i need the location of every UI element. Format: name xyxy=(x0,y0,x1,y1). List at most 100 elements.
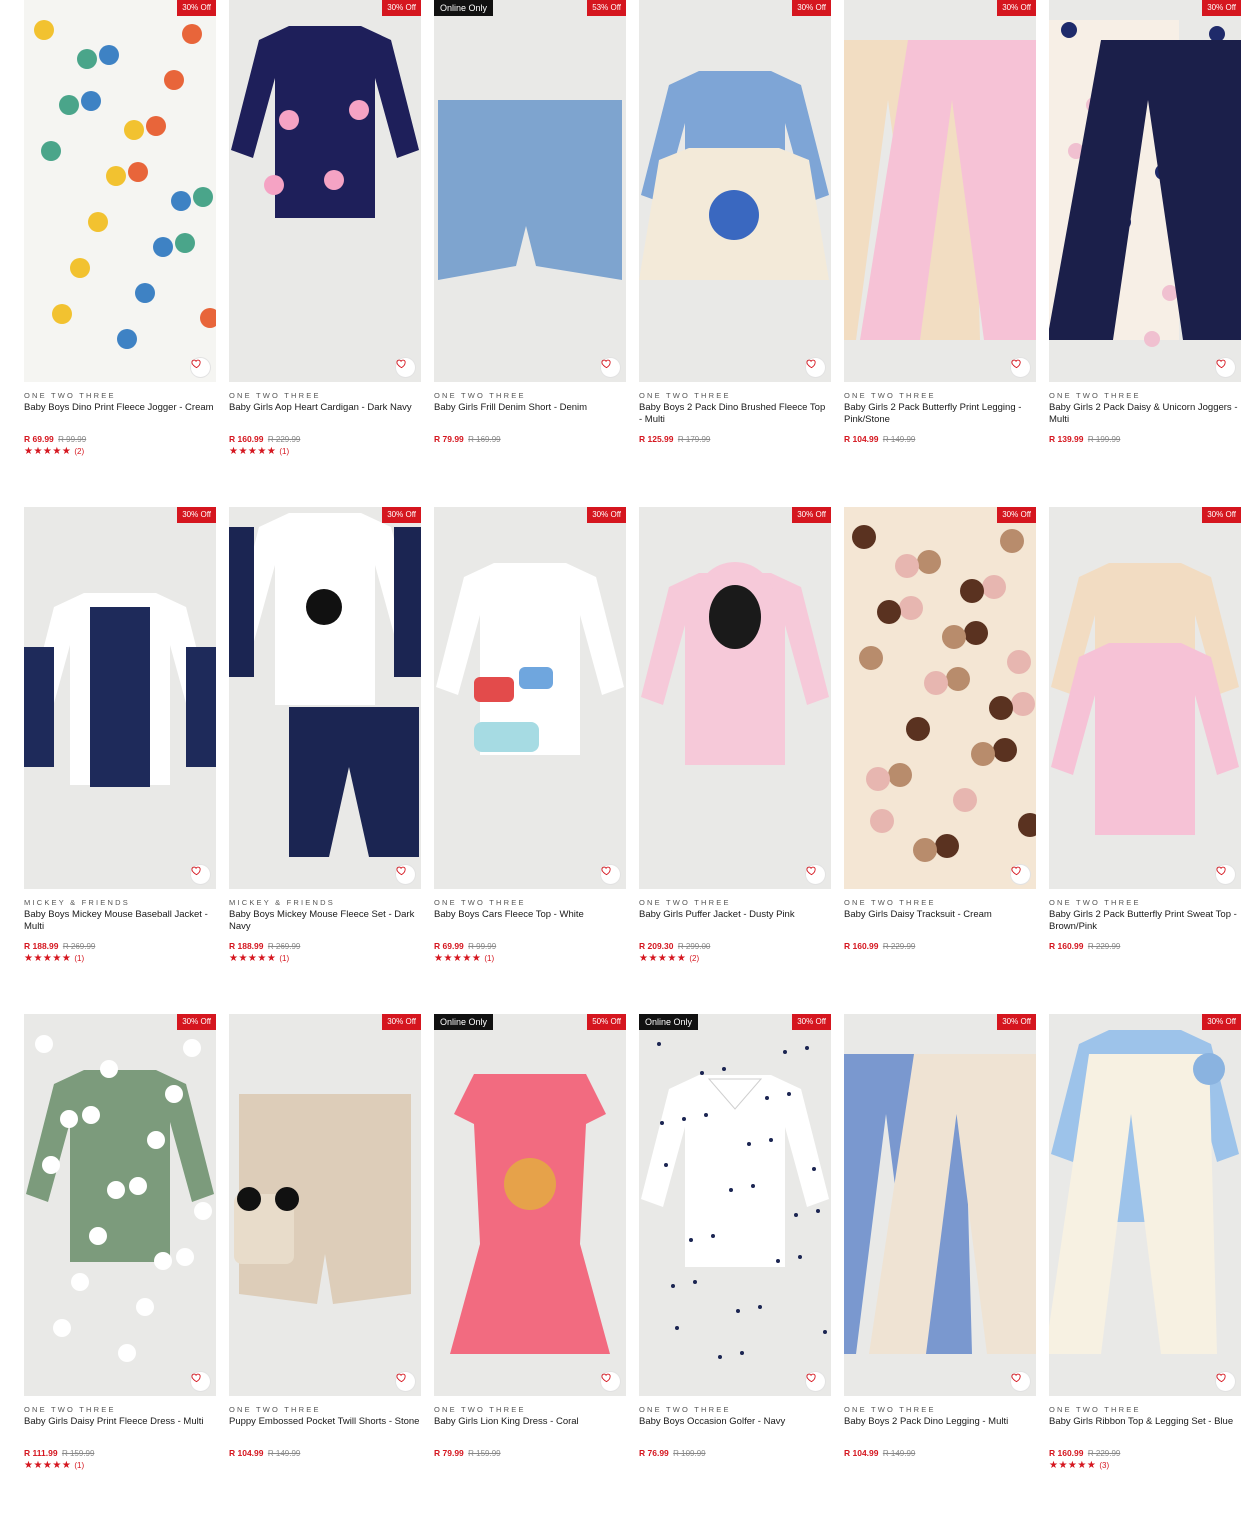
product-title[interactable]: Baby Boys Mickey Mouse Fleece Set - Dark… xyxy=(229,909,421,932)
rating[interactable]: ★★★★★ (1) xyxy=(24,953,216,964)
product-row: 30% Off ONE TWO THREE Baby Boys Dino Pri… xyxy=(24,0,1241,507)
wishlist-button[interactable] xyxy=(601,1372,620,1391)
product-title[interactable]: Baby Boys Occasion Golfer - Navy xyxy=(639,1416,831,1439)
product-image[interactable]: 30% Off xyxy=(1049,0,1241,382)
product-card[interactable]: 30% Off MICKEY & FRIENDS Baby Boys Micke… xyxy=(24,507,216,1014)
original-price: R 149.99 xyxy=(882,1449,916,1458)
product-image[interactable]: 30% Off xyxy=(229,507,421,889)
heart-outline-icon xyxy=(1216,866,1226,876)
rating[interactable]: ★★★★★ (2) xyxy=(639,953,831,964)
product-card[interactable]: 30% Off ONE TWO THREE Baby Girls Ribbon … xyxy=(1049,1014,1241,1521)
product-image[interactable]: 30% Off xyxy=(844,0,1036,382)
wishlist-button[interactable] xyxy=(1011,865,1030,884)
wishlist-button[interactable] xyxy=(601,358,620,377)
product-title[interactable]: Baby Boys Cars Fleece Top - White xyxy=(434,909,626,932)
wishlist-button[interactable] xyxy=(396,1372,415,1391)
product-image[interactable]: 30% Off xyxy=(1049,507,1241,889)
heart-outline-icon xyxy=(601,866,611,876)
product-card[interactable]: 30% Off ONE TWO THREE Baby Boys 2 Pack D… xyxy=(639,0,831,507)
product-photo xyxy=(26,1035,214,1362)
price-line: R 79.99 R 159.99 xyxy=(434,1448,626,1459)
rating[interactable]: ★★★★★ (3) xyxy=(1049,1460,1241,1471)
product-card[interactable]: 30% Off ONE TWO THREE Puppy Embossed Poc… xyxy=(229,1014,421,1521)
rating[interactable]: ★★★★★ (1) xyxy=(229,953,421,964)
product-card[interactable]: 30% Off ONE TWO THREE Baby Boys Cars Fle… xyxy=(434,507,626,1014)
product-title[interactable]: Baby Boys Mickey Mouse Baseball Jacket -… xyxy=(24,909,216,932)
product-card[interactable]: 30% Off ONE TWO THREE Baby Boys 2 Pack D… xyxy=(844,1014,1036,1521)
product-image[interactable]: 30% Off xyxy=(229,1014,421,1396)
product-title[interactable]: Baby Girls Ribbon Top & Legging Set - Bl… xyxy=(1049,1416,1241,1439)
wishlist-button[interactable] xyxy=(396,865,415,884)
product-card[interactable]: 30% Off ONE TWO THREE Baby Girls Aop Hea… xyxy=(229,0,421,507)
product-card[interactable]: 30% Off ONE TWO THREE Baby Girls 2 Pack … xyxy=(1049,507,1241,1014)
product-image[interactable]: 30% Off xyxy=(24,507,216,889)
price-line: R 125.99 R 179.99 xyxy=(639,434,831,445)
rating[interactable]: ★★★★★ (1) xyxy=(229,446,421,457)
product-image[interactable]: 30% Off xyxy=(24,1014,216,1396)
wishlist-button[interactable] xyxy=(191,358,210,377)
product-card[interactable]: Online Only 53% Off ONE TWO THREE Baby G… xyxy=(434,0,626,507)
product-photo xyxy=(24,593,216,787)
wishlist-button[interactable] xyxy=(1216,358,1235,377)
price-line: R 160.99 R 229.99 xyxy=(1049,941,1241,952)
wishlist-button[interactable] xyxy=(191,865,210,884)
product-image[interactable]: 30% Off xyxy=(844,1014,1036,1396)
wishlist-button[interactable] xyxy=(1011,1372,1030,1391)
product-title[interactable]: Baby Girls Aop Heart Cardigan - Dark Nav… xyxy=(229,402,421,425)
product-image[interactable]: Online Only 53% Off xyxy=(434,0,626,382)
product-title[interactable]: Baby Boys Dino Print Fleece Jogger - Cre… xyxy=(24,402,216,425)
wishlist-button[interactable] xyxy=(191,1372,210,1391)
product-photo xyxy=(844,40,1036,340)
product-title[interactable]: Baby Girls Frill Denim Short - Denim xyxy=(434,402,626,425)
wishlist-button[interactable] xyxy=(1216,1372,1235,1391)
wishlist-button[interactable] xyxy=(396,358,415,377)
product-title[interactable]: Baby Boys 2 Pack Dino Brushed Fleece Top… xyxy=(639,402,831,425)
product-image[interactable]: Online Only 30% Off xyxy=(639,1014,831,1396)
product-image[interactable]: 30% Off xyxy=(639,507,831,889)
product-image[interactable]: 30% Off xyxy=(434,507,626,889)
product-title[interactable]: Baby Girls Puffer Jacket - Dusty Pink xyxy=(639,909,831,932)
product-brand: MICKEY & FRIENDS xyxy=(24,898,130,907)
product-title[interactable]: Baby Girls 2 Pack Butterfly Print Leggin… xyxy=(844,402,1036,425)
product-card[interactable]: 30% Off ONE TWO THREE Baby Girls 2 Pack … xyxy=(1049,0,1241,507)
sale-price: R 209.30 xyxy=(639,941,674,951)
product-image[interactable]: 30% Off xyxy=(229,0,421,382)
rating[interactable]: ★★★★★ (1) xyxy=(434,953,626,964)
wishlist-button[interactable] xyxy=(601,865,620,884)
product-card[interactable]: Online Only 50% Off ONE TWO THREE Baby G… xyxy=(434,1014,626,1521)
wishlist-button[interactable] xyxy=(806,865,825,884)
product-row: 30% Off MICKEY & FRIENDS Baby Boys Micke… xyxy=(24,507,1241,1014)
product-image[interactable]: Online Only 50% Off xyxy=(434,1014,626,1396)
product-title[interactable]: Baby Girls 2 Pack Butterfly Print Sweat … xyxy=(1049,909,1241,932)
product-brand: ONE TWO THREE xyxy=(639,898,731,907)
original-price: R 229.99 xyxy=(267,435,301,444)
wishlist-button[interactable] xyxy=(1011,358,1030,377)
product-title[interactable]: Baby Girls Lion King Dress - Coral xyxy=(434,1416,626,1439)
product-card[interactable]: 30% Off ONE TWO THREE Baby Boys Dino Pri… xyxy=(24,0,216,507)
product-title[interactable]: Baby Boys 2 Pack Dino Legging - Multi xyxy=(844,1416,1036,1439)
discount-badge: 30% Off xyxy=(177,0,216,16)
product-card[interactable]: 30% Off ONE TWO THREE Baby Girls Daisy P… xyxy=(24,1014,216,1521)
wishlist-button[interactable] xyxy=(806,1372,825,1391)
product-card[interactable]: 30% Off ONE TWO THREE Baby Girls Daisy T… xyxy=(844,507,1036,1014)
rating[interactable]: ★★★★★ (2) xyxy=(24,446,216,457)
product-title[interactable]: Puppy Embossed Pocket Twill Shorts - Sto… xyxy=(229,1416,421,1439)
wishlist-button[interactable] xyxy=(1216,865,1235,884)
product-card[interactable]: 30% Off ONE TWO THREE Baby Girls Puffer … xyxy=(639,507,831,1014)
product-image[interactable]: 30% Off xyxy=(24,0,216,382)
product-card[interactable]: 30% Off MICKEY & FRIENDS Baby Boys Micke… xyxy=(229,507,421,1014)
product-card[interactable]: Online Only 30% Off ONE TWO THREE Baby B… xyxy=(639,1014,831,1521)
product-title[interactable]: Baby Girls Daisy Tracksuit - Cream xyxy=(844,909,1036,932)
product-image[interactable]: 30% Off xyxy=(639,0,831,382)
product-image[interactable]: 30% Off xyxy=(1049,1014,1241,1396)
sale-price: R 160.99 xyxy=(844,941,879,951)
heart-outline-icon xyxy=(1216,1373,1226,1383)
discount-badge: 30% Off xyxy=(1202,0,1241,16)
wishlist-button[interactable] xyxy=(806,358,825,377)
product-card[interactable]: 30% Off ONE TWO THREE Baby Girls 2 Pack … xyxy=(844,0,1036,507)
rating[interactable]: ★★★★★ (1) xyxy=(24,1460,216,1471)
product-title[interactable]: Baby Girls Daisy Print Fleece Dress - Mu… xyxy=(24,1416,216,1439)
product-title[interactable]: Baby Girls 2 Pack Daisy & Unicorn Jogger… xyxy=(1049,402,1241,425)
product-image[interactable]: 30% Off xyxy=(844,507,1036,889)
discount-badge: 53% Off xyxy=(587,0,626,16)
